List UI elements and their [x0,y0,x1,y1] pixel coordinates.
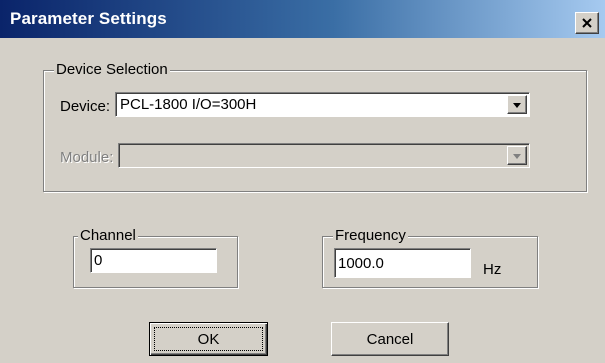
frequency-group-label: Frequency [333,227,408,244]
ok-button[interactable]: OK [149,322,268,356]
chevron-down-icon [512,96,522,114]
window-title: Parameter Settings [10,9,167,28]
device-selection-group [43,70,587,192]
title-bar[interactable]: Parameter Settings [0,0,605,38]
parameter-settings-dialog: Parameter Settings Device Selection Devi… [0,0,605,363]
device-dropdown-button[interactable] [507,95,527,114]
channel-group-label: Channel [78,227,138,244]
cancel-button[interactable]: Cancel [331,322,449,356]
device-dropdown-value: PCL-1800 I/O=300H [120,96,257,113]
frequency-unit-label: Hz [483,261,502,278]
cancel-button-label: Cancel [366,330,414,348]
ok-button-label: OK [197,330,220,348]
module-dropdown[interactable] [118,143,530,168]
frequency-input[interactable] [334,248,471,278]
module-label: Module: [60,149,114,166]
close-icon [582,18,592,28]
device-selection-group-label: Device Selection [54,61,170,78]
close-button[interactable] [575,12,599,34]
module-dropdown-button[interactable] [507,146,527,165]
channel-input[interactable] [90,248,217,273]
chevron-down-icon [512,147,522,165]
device-label: Device: [60,98,111,115]
device-dropdown[interactable]: PCL-1800 I/O=300H [115,92,530,117]
